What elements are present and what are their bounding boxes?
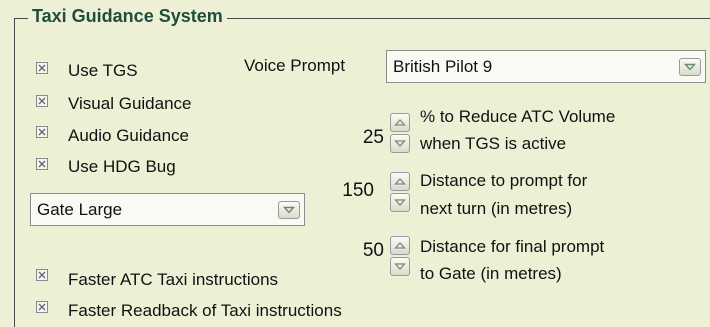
arrow-up-icon — [394, 178, 406, 185]
use-tgs-label: Use TGS — [68, 61, 138, 80]
group-title: Taxi Guidance System — [28, 6, 227, 27]
use-hdg-bug-label: Use HDG Bug — [68, 157, 176, 176]
visual-guidance-label: Visual Guidance — [68, 94, 192, 113]
next-turn-value: 150 — [342, 180, 374, 201]
atc-volume-spinner — [390, 113, 410, 153]
gate-type-select[interactable]: Gate Large — [30, 193, 305, 226]
chevron-down-icon — [684, 63, 696, 71]
arrow-down-icon — [394, 140, 406, 147]
x-mark-icon — [38, 97, 46, 105]
x-mark-icon — [38, 160, 46, 168]
x-mark-icon — [38, 128, 46, 136]
final-prompt-description-line2: to Gate (in metres) — [420, 264, 562, 283]
voice-prompt-label: Voice Prompt — [244, 56, 346, 75]
arrow-down-icon — [394, 199, 406, 206]
final-prompt-up-button[interactable] — [390, 236, 410, 255]
atc-volume-description-line1: % to Reduce ATC Volume — [420, 107, 616, 126]
audio-guidance-checkbox[interactable] — [36, 126, 48, 138]
group-frame-left — [14, 18, 15, 327]
x-mark-icon — [38, 303, 46, 311]
final-prompt-spinner — [390, 236, 410, 276]
voice-prompt-value: British Pilot 9 — [393, 56, 493, 76]
voice-prompt-dropdown-button[interactable] — [679, 57, 701, 76]
arrow-down-icon — [394, 263, 406, 270]
atc-volume-down-button[interactable] — [390, 134, 410, 153]
next-turn-down-button[interactable] — [390, 193, 410, 212]
next-turn-description-line2: next turn (in metres) — [420, 199, 573, 218]
faster-readback-checkbox[interactable] — [36, 301, 48, 313]
x-mark-icon — [38, 271, 46, 279]
audio-guidance-label: Audio Guidance — [68, 126, 189, 145]
final-prompt-value: 50 — [362, 240, 384, 261]
x-mark-icon — [38, 64, 46, 72]
atc-volume-value: 25 — [362, 127, 384, 148]
voice-prompt-select[interactable]: British Pilot 9 — [386, 50, 706, 83]
final-prompt-description-line1: Distance for final prompt — [420, 237, 605, 256]
next-turn-up-button[interactable] — [390, 172, 410, 191]
use-hdg-bug-checkbox[interactable] — [36, 158, 48, 170]
next-turn-description-line1: Distance to prompt for — [420, 171, 588, 190]
gate-type-dropdown-button[interactable] — [278, 200, 300, 219]
arrow-up-icon — [394, 242, 406, 249]
visual-guidance-checkbox[interactable] — [36, 95, 48, 107]
gate-type-value: Gate Large — [37, 199, 123, 219]
faster-readback-label: Faster Readback of Taxi instructions — [68, 301, 342, 320]
final-prompt-down-button[interactable] — [390, 257, 410, 276]
faster-atc-checkbox[interactable] — [36, 269, 48, 281]
atc-volume-description-line2: when TGS is active — [420, 134, 567, 153]
atc-volume-up-button[interactable] — [390, 113, 410, 132]
arrow-up-icon — [394, 119, 406, 126]
chevron-down-icon — [283, 206, 295, 214]
faster-atc-label: Faster ATC Taxi instructions — [68, 270, 279, 289]
use-tgs-checkbox[interactable] — [36, 62, 48, 74]
next-turn-spinner — [390, 172, 410, 212]
